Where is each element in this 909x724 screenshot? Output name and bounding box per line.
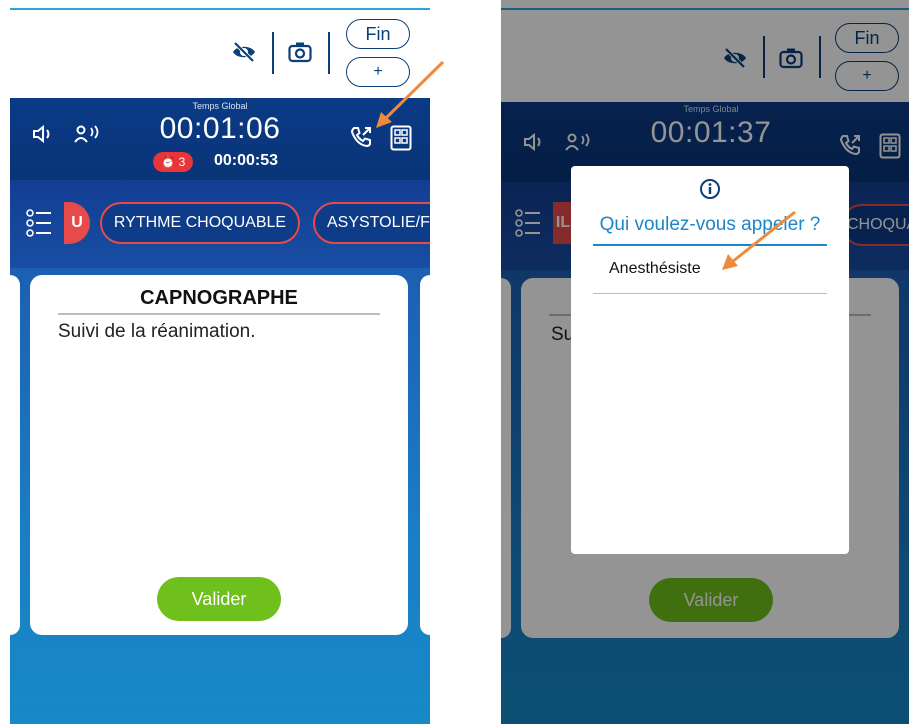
left-screen: Fin + Temps Global 00:01:06 ⏰ 3 00:00:53… [10,0,430,724]
dialog-title: Qui voulez-vous appeler ? [599,214,821,235]
alarm-clock-icon: ⏰ [160,155,176,169]
calculator-icon[interactable] [388,124,414,152]
alarm-badge[interactable]: ⏰ 3 [153,152,193,172]
dialog-option-divider [593,293,827,294]
next-card-edge[interactable] [420,275,430,635]
alarm-count: 3 [178,155,186,169]
phone-call-icon[interactable] [348,124,374,150]
eye-off-icon[interactable] [230,38,258,66]
dialog-option-anesthesiste[interactable]: Anesthésiste [609,260,701,278]
top-divider [10,8,430,10]
step-card: CAPNOGRAPHE Suivi de la réanimation. Val… [30,275,408,635]
toolbar-separator [272,32,274,74]
card-title: CAPNOGRAPHE [140,287,298,309]
camera-icon[interactable] [286,38,314,66]
info-icon [571,178,849,200]
sub-timer: 00:00:53 [214,152,279,169]
global-time-label: Temps Global [192,101,248,111]
top-toolbar: Fin + [10,0,430,98]
call-dialog: Qui voulez-vous appeler ? Anesthésiste [571,166,849,554]
checklist-icon[interactable] [24,206,54,240]
card-divider [58,313,380,315]
right-screen: Fin + Temps Global 00:01:37 IL CHOQUA Su… [501,0,909,724]
toolbar-separator [328,32,330,74]
prev-card-edge[interactable] [10,275,20,635]
validate-button[interactable]: Valider [157,577,281,621]
dialog-title-divider [593,244,827,246]
chip-rythme-choquable[interactable]: RYTHME CHOQUABLE [100,202,300,244]
chip-asystolie[interactable]: ASYSTOLIE/F [313,202,430,244]
card-text: Suivi de la réanimation. [58,321,256,342]
end-button[interactable]: Fin [346,19,410,49]
add-button[interactable]: + [346,57,410,87]
